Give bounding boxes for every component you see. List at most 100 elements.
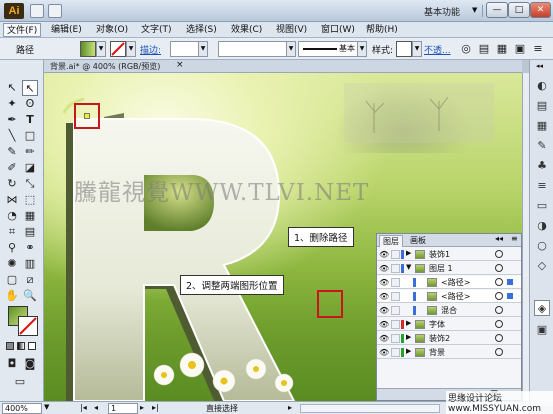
- eyedropper-icon[interactable]: ⚲: [4, 240, 20, 256]
- graphic-style-dropdown[interactable]: ▼: [412, 41, 422, 57]
- draw-behind-icon[interactable]: ◙: [22, 356, 38, 372]
- eye-icon[interactable]: 👁: [379, 348, 389, 357]
- close-icon[interactable]: ×: [176, 60, 184, 70]
- expand-right-icon[interactable]: ▶: [406, 249, 411, 257]
- rotate-tool-icon[interactable]: ↻: [4, 176, 20, 192]
- eye-icon[interactable]: 👁: [379, 334, 389, 343]
- lock-toggle[interactable]: [391, 306, 400, 315]
- lock-toggle[interactable]: [391, 264, 400, 273]
- eye-icon[interactable]: 👁: [379, 278, 389, 287]
- target-icon[interactable]: [495, 292, 503, 300]
- stroke-panel-icon[interactable]: ≡: [534, 178, 550, 194]
- layer-row[interactable]: 👁 ▼ 图层 1: [377, 262, 521, 275]
- color-mode-icon[interactable]: [6, 342, 14, 350]
- target-icon[interactable]: [495, 320, 503, 328]
- lock-toggle[interactable]: [391, 320, 400, 329]
- appearance-icon[interactable]: ○: [534, 238, 550, 254]
- horizontal-scrollbar[interactable]: [300, 404, 440, 413]
- status-menu-icon[interactable]: ▸: [288, 403, 292, 412]
- expand-panels-icon[interactable]: ◂◂: [536, 62, 543, 70]
- layer-row[interactable]: 👁 混合: [377, 304, 521, 317]
- page-field[interactable]: 1: [108, 403, 138, 414]
- layer-name[interactable]: 字体: [429, 319, 445, 330]
- layer-row[interactable]: 👁 <路径>: [377, 290, 521, 303]
- brush-dropdown[interactable]: 基本: [298, 41, 358, 57]
- direct-selection-tool-icon[interactable]: ↖: [22, 80, 38, 96]
- layer-name[interactable]: 混合: [441, 305, 457, 316]
- zoom-dropdown-icon[interactable]: ▼: [44, 403, 49, 411]
- target-icon[interactable]: [495, 306, 503, 314]
- stroke-weight-label[interactable]: 描边:: [140, 43, 161, 56]
- menu-window[interactable]: 窗口(W): [318, 23, 358, 37]
- layer-row[interactable]: 👁 ▶ 装饰1: [377, 248, 521, 261]
- blob-brush-icon[interactable]: ✐: [4, 160, 20, 176]
- layer-name[interactable]: 图层 1: [429, 263, 453, 274]
- menu-help[interactable]: 帮助(H): [363, 23, 401, 37]
- selection-tool-icon[interactable]: ↖: [4, 80, 20, 96]
- fill-dropdown[interactable]: ▼: [96, 41, 106, 57]
- stroke-swatch[interactable]: [110, 41, 126, 57]
- line-tool-icon[interactable]: ╲: [4, 128, 20, 144]
- last-page-icon[interactable]: ▸|: [152, 403, 159, 412]
- brushes-icon[interactable]: ✎: [534, 138, 550, 154]
- panel-menu-icon[interactable]: ≡: [530, 41, 546, 57]
- layer-name[interactable]: 装饰2: [429, 333, 450, 344]
- free-transform-icon[interactable]: ⬚: [22, 192, 38, 208]
- anchor-point[interactable]: [84, 113, 90, 119]
- shape-builder-icon[interactable]: ◔: [4, 208, 20, 224]
- opacity-label[interactable]: 不透...: [424, 43, 451, 56]
- transform-icon[interactable]: ▦: [494, 41, 510, 57]
- target-icon[interactable]: [495, 348, 503, 356]
- mesh-tool-icon[interactable]: ⌗: [4, 224, 20, 240]
- eye-icon[interactable]: 👁: [379, 292, 389, 301]
- expand-down-icon[interactable]: ▼: [406, 263, 411, 271]
- layer-name[interactable]: <路径>: [441, 277, 470, 288]
- perspective-grid-icon[interactable]: ▦: [22, 208, 38, 224]
- zoom-tool-icon[interactable]: 🔍: [22, 288, 38, 304]
- target-icon[interactable]: [495, 278, 503, 286]
- align-icon[interactable]: ▤: [476, 41, 492, 57]
- menu-effect[interactable]: 效果(C): [228, 23, 265, 37]
- pencil-icon[interactable]: ✏: [22, 144, 38, 160]
- variable-width-arrow[interactable]: ▼: [286, 41, 296, 57]
- menu-file[interactable]: 文件(F): [3, 23, 42, 37]
- blend-tool-icon[interactable]: ⚭: [22, 240, 38, 256]
- brush-arrow[interactable]: ▼: [357, 41, 367, 57]
- stroke-weight-input[interactable]: [170, 41, 200, 57]
- type-tool-icon[interactable]: T: [22, 112, 38, 128]
- graph-tool-icon[interactable]: ▥: [22, 256, 38, 272]
- workspace-switcher[interactable]: 基本功能: [424, 5, 460, 18]
- layer-row[interactable]: 👁 ▶ 装饰2: [377, 332, 521, 345]
- symbols-icon[interactable]: ♣: [534, 158, 550, 174]
- lock-toggle[interactable]: [391, 334, 400, 343]
- color-guide-icon[interactable]: ▤: [534, 98, 550, 114]
- layer-name[interactable]: 装饰1: [429, 249, 450, 260]
- color-panel-icon[interactable]: ◐: [534, 78, 550, 94]
- gradient-panel-icon[interactable]: ▭: [534, 198, 550, 214]
- target-icon[interactable]: [495, 250, 503, 258]
- layer-row[interactable]: 👁 ▶ 背景: [377, 346, 521, 359]
- lock-toggle[interactable]: [391, 250, 400, 259]
- layers-panel-icon[interactable]: ◈: [534, 300, 550, 316]
- gradient-tool-icon[interactable]: ▤: [22, 224, 38, 240]
- eye-icon[interactable]: 👁: [379, 250, 389, 259]
- artboards-panel-icon[interactable]: ▣: [534, 322, 550, 338]
- bridge-icon[interactable]: [30, 4, 44, 18]
- width-tool-icon[interactable]: ⋈: [4, 192, 20, 208]
- variable-width-dropdown[interactable]: [218, 41, 288, 57]
- zoom-field[interactable]: 400%: [2, 403, 42, 414]
- document-tab[interactable]: 背景.ai* @ 400% (RGB/预览) ×: [44, 60, 522, 73]
- stroke-color-box[interactable]: [18, 316, 38, 336]
- recolor-icon[interactable]: ◎: [458, 41, 474, 57]
- next-page-icon[interactable]: ▸: [140, 403, 144, 412]
- tab-layers[interactable]: 图层: [379, 235, 403, 247]
- none-mode-icon[interactable]: [28, 342, 36, 350]
- arrange-documents-icon[interactable]: [48, 4, 62, 18]
- collapse-icon[interactable]: ◂◂: [495, 234, 503, 243]
- slice-tool-icon[interactable]: ⧄: [22, 272, 38, 288]
- first-page-icon[interactable]: |◂: [80, 403, 87, 412]
- eye-icon[interactable]: 👁: [379, 320, 389, 329]
- stroke-dropdown[interactable]: ▼: [126, 41, 136, 57]
- lock-toggle[interactable]: [391, 292, 400, 301]
- layer-name[interactable]: <路径>: [441, 291, 470, 302]
